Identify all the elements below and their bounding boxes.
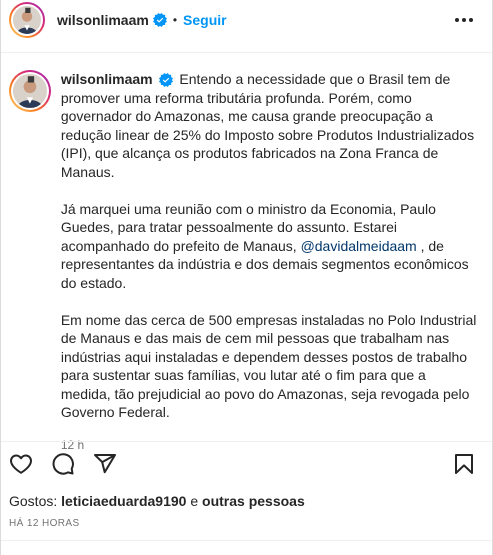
likes-others-link[interactable]: outras pessoas (202, 493, 305, 509)
post-time-ago[interactable]: HÁ 12 HORAS (9, 518, 80, 529)
bookmark-icon[interactable] (452, 452, 476, 476)
likes-prefix: Gostos: (9, 493, 62, 509)
avatar[interactable] (9, 2, 45, 38)
caption-avatar-image (11, 72, 49, 110)
caption-body: wilsonlimaam Entendo a necessidade que o… (61, 70, 479, 455)
instagram-post: wilsonlimaam • Seguir wilsonlimaam Enten… (0, 0, 493, 555)
caption-text-1: Entendo a necessidade que o Brasil tem d… (60, 71, 475, 180)
mention-link[interactable]: @davidalmeidaam (301, 238, 417, 254)
header-separator: • (172, 13, 178, 27)
actions-divider (1, 441, 492, 442)
follow-button[interactable]: Seguir (183, 12, 227, 28)
caption-paragraph-1: wilsonlimaam Entendo a necessidade que o… (61, 70, 479, 181)
likes-user-link[interactable]: leticiaeduarda9190 (61, 493, 186, 509)
header-username[interactable]: wilsonlimaam (57, 12, 149, 28)
post-caption: wilsonlimaam Entendo a necessidade que o… (9, 70, 479, 455)
caption-avatar[interactable] (9, 70, 51, 112)
post-header: wilsonlimaam • Seguir (1, 0, 492, 40)
caption-paragraph-2: Já marquei uma reunião com o ministro da… (61, 200, 479, 293)
more-options-icon[interactable] (452, 10, 476, 30)
action-bar (1, 452, 492, 478)
likes-summary: Gostos: leticiaeduarda9190 e outras pess… (9, 493, 305, 509)
caption-paragraph-3: Em nome das cerca de 500 empresas instal… (60, 311, 477, 421)
avatar-image (11, 4, 43, 36)
verified-badge-icon (158, 73, 173, 88)
comment-icon[interactable] (51, 452, 75, 476)
header-divider (1, 52, 492, 53)
footer-divider (1, 540, 492, 541)
share-icon[interactable] (93, 452, 117, 476)
caption-username[interactable]: wilsonlimaam (61, 71, 153, 87)
heart-icon[interactable] (9, 452, 33, 476)
verified-badge-icon (152, 13, 167, 27)
likes-connector: e (186, 493, 203, 509)
